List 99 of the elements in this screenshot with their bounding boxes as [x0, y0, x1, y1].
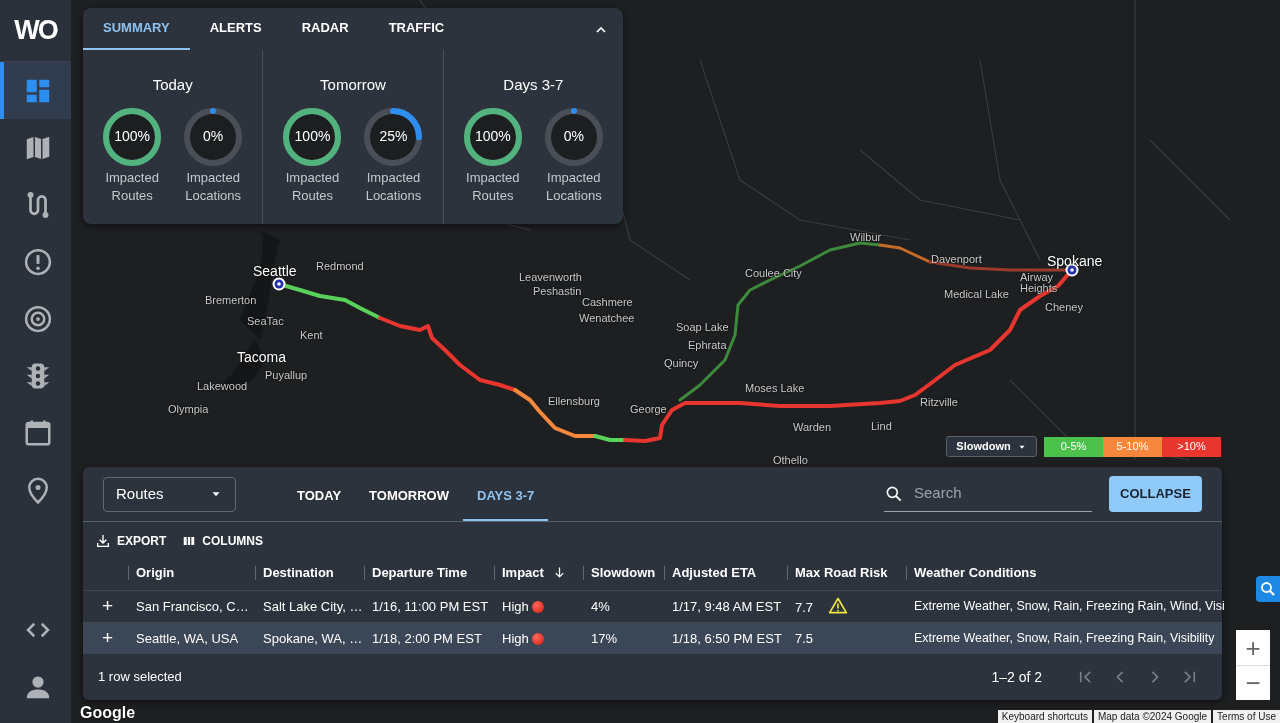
day-tab[interactable]: TOMORROW [355, 467, 463, 522]
progress-ring [543, 106, 604, 167]
percent-value: 100% [114, 127, 151, 146]
map-place-label: Seattle [253, 264, 297, 278]
column-header[interactable]: Departure Time [364, 556, 494, 591]
map-place-label: Lind [871, 421, 892, 432]
map-place-label: Leavenworth [519, 272, 582, 283]
map-place-label: Medical Lake [944, 289, 1009, 300]
map-place-label: George [630, 404, 667, 415]
route-endpoint-marker[interactable] [272, 277, 286, 291]
column-header[interactable]: Destination [255, 556, 364, 591]
percent-value: 100% [474, 127, 511, 146]
legend-metric-dropdown[interactable]: Slowdown [946, 436, 1037, 457]
map-place-label: SeaTac [247, 316, 284, 327]
table-cell: 17% [583, 622, 664, 655]
columns-button[interactable]: COLUMNS [178, 530, 267, 553]
expand-row-button[interactable]: + [98, 595, 118, 615]
map-place-label: Redmond [316, 261, 364, 272]
view-dropdown[interactable]: Routes [103, 476, 236, 512]
map-place-label: Spokane [1047, 254, 1103, 268]
table-cell: 1/18, 6:50 PM EST [664, 622, 787, 655]
period-title: Tomorrow [320, 75, 386, 95]
map-place-label: Kent [300, 330, 323, 341]
period-title: Today [152, 75, 193, 95]
map-place-label: Warden [793, 422, 832, 433]
impact-cell: High [494, 622, 583, 655]
map-place-label: Tacoma [237, 350, 287, 364]
table-cell: 1/18, 2:00 PM EST [364, 622, 494, 655]
map-place-label: Bremerton [205, 295, 257, 306]
legend-band: 0-5% [1044, 436, 1103, 457]
progress-ring [462, 106, 523, 167]
gauge-label: Impacted Routes [104, 168, 160, 205]
zoom-out-button[interactable]: − [1236, 665, 1270, 700]
progress-ring [282, 106, 343, 167]
day-tab[interactable]: DAYS 3-7 [463, 467, 549, 522]
legend-band: 5-10% [1103, 436, 1162, 457]
column-header[interactable]: Impact [494, 556, 583, 591]
gauge-label: Impacted Locations [364, 168, 423, 205]
gauge-label: Impacted Locations [545, 168, 603, 205]
gauge-label: Impacted Routes [284, 168, 341, 205]
percent-value: 25% [379, 127, 408, 146]
table-cell: Spokane, WA, … [255, 622, 364, 655]
map-place-label: Lakewood [197, 381, 248, 392]
column-header[interactable]: Origin [128, 556, 255, 591]
summary-tab[interactable]: RADAR [281, 8, 369, 50]
map-place-label: Cashmere [582, 297, 633, 308]
summary-tab[interactable]: ALERTS [189, 8, 282, 50]
map-place-label: Cheney [1045, 302, 1083, 313]
gauge-label: Impacted Locations [184, 168, 242, 205]
map-place-label: Peshastin [533, 286, 582, 297]
map-place-label: Soap Lake [676, 322, 729, 333]
progress-ring [183, 106, 244, 167]
progress-ring [363, 106, 424, 167]
export-button[interactable]: EXPORT [91, 530, 171, 553]
map-place-label: Othello [773, 455, 808, 466]
map-place-label: Moses Lake [745, 383, 805, 394]
map-footer-link[interactable]: Terms of Use [1213, 710, 1280, 723]
download-icon [95, 533, 111, 550]
table-cell: Extreme Weather, Snow, Rain, Freezing Rain, Visibility [906, 622, 1222, 655]
map-brand-logo: Google [80, 703, 136, 723]
magnifier-icon [1259, 580, 1277, 598]
column-header[interactable]: Max Road Risk [787, 556, 906, 591]
first-page-icon [1078, 670, 1091, 685]
column-header[interactable]: Adjusted ETA [664, 556, 787, 591]
table-row[interactable]: + Seattle, WA, USA Spokane, WA, … 1/18, 2:00 PM EST High 17% 1/18, 6:50 PM EST 7.5 Extreme Weather, Snow, Rain, Freezing Rain, Visibility [83, 622, 1222, 655]
table-cell: Seattle, WA, USA [128, 622, 255, 655]
risk-cell: 7.5 [787, 622, 906, 655]
map-place-label: Coulee City [745, 268, 802, 279]
map-place-label: Olympia [168, 404, 209, 415]
map-place-label: Davenport [931, 254, 982, 265]
period-title: Days 3-7 [503, 75, 564, 95]
summary-tab[interactable]: TRAFFIC [368, 8, 465, 50]
search-field[interactable]: Search [912, 481, 1082, 506]
progress-ring [102, 106, 163, 167]
summary-tab[interactable]: SUMMARY [83, 8, 190, 50]
page-range: 1–2 of 2 [991, 667, 1042, 687]
map-footer-link[interactable]: Keyboard shortcuts [997, 710, 1092, 723]
map-place-label: Ellensburg [548, 396, 600, 407]
last-page-icon [1183, 670, 1196, 685]
selection-count: 1 row selected [98, 668, 182, 687]
map-place-label: Wilbur [850, 232, 882, 243]
gauge-label: Impacted Routes [465, 168, 521, 205]
percent-value: 100% [294, 127, 331, 146]
map-place-label: Ritzville [920, 397, 958, 408]
map-place-label: Puyallup [265, 370, 308, 381]
day-tab[interactable]: TODAY [283, 467, 356, 522]
map-place-label: Quincy [664, 358, 699, 369]
legend-band: >10% [1162, 436, 1221, 457]
percent-value: 0% [563, 127, 584, 146]
map-footer-link[interactable]: Map data ©2024 Google [1093, 710, 1212, 723]
column-header[interactable]: Weather Conditions [906, 556, 1222, 591]
collapse-button[interactable]: COLLAPSE [1109, 476, 1202, 513]
column-header[interactable]: Slowdown [583, 556, 664, 591]
map-place-label: Ephrata [688, 340, 727, 351]
map-place-label: Wenatchee [579, 313, 635, 324]
map-search-button[interactable] [1256, 576, 1280, 602]
nav-item[interactable] [0, 62, 71, 119]
percent-value: 0% [203, 127, 224, 146]
alert-icon [22, 246, 53, 277]
